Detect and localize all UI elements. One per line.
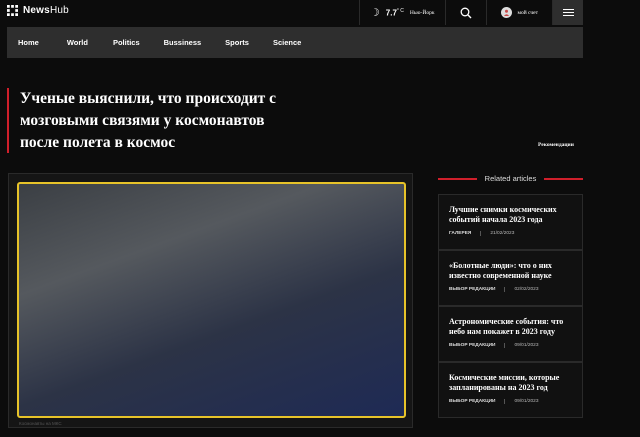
related-article-title[interactable]: Астрономические события: что небо нам пок… <box>449 317 574 337</box>
nav-sports[interactable]: Sports <box>225 38 249 47</box>
weather-widget[interactable]: ☽ 7.7° C Нью-Йорк <box>358 0 445 25</box>
user-icon <box>503 9 509 16</box>
nav-home[interactable]: Home <box>18 38 39 47</box>
logo-text: NewsHub <box>23 5 69 16</box>
article-category[interactable]: ГАЛЕРЕЯ <box>449 231 471 236</box>
temperature: 7.7° C <box>385 7 404 18</box>
article-date: 02/02/2023 <box>514 287 539 292</box>
nav-world[interactable]: World <box>67 38 88 47</box>
article-photo <box>17 182 406 418</box>
menu-button[interactable] <box>552 0 583 25</box>
top-right-tools: ☽ 7.7° C Нью-Йорк мой счет <box>358 0 583 25</box>
account-label: мой счет <box>517 9 539 16</box>
nav-business[interactable]: Bussiness <box>164 38 202 47</box>
moon-icon: ☽ <box>369 7 380 19</box>
search-icon <box>460 7 471 18</box>
article-category[interactable]: ВЫБОР РЕДАКЦИИ <box>449 399 495 404</box>
nav-politics[interactable]: Politics <box>113 38 140 47</box>
related-article-title[interactable]: Лучшие снимки космических событий начала … <box>449 205 574 225</box>
related-articles-list: Лучшие снимки космических событий начала … <box>438 194 583 418</box>
list-item[interactable]: «Болотные люди»: что о них известно совре… <box>438 250 583 306</box>
article-date: 21/02/2023 <box>490 231 515 236</box>
article-headline-block: Ученые выяснили, что происходит с мозгов… <box>7 88 337 153</box>
article-category[interactable]: ВЫБОР РЕДАКЦИИ <box>449 287 495 292</box>
article-date: 09/01/2023 <box>514 343 539 348</box>
top-bar: NewsHub ☽ 7.7° C Нью-Йорк мой счет <box>0 0 583 25</box>
related-article-title[interactable]: Космические миссии, которые запланированы… <box>449 373 574 393</box>
article-category[interactable]: ВЫБОР РЕДАКЦИИ <box>449 343 495 348</box>
account-button[interactable]: мой счет <box>485 0 553 25</box>
list-item[interactable]: Астрономические события: что небо нам пок… <box>438 306 583 362</box>
photo-caption: Космонавты на МКС <box>19 421 62 426</box>
article-photo-frame: Космонавты на МКС <box>8 173 413 428</box>
list-item[interactable]: Космические миссии, которые запланированы… <box>438 362 583 418</box>
logo[interactable]: NewsHub <box>7 5 69 16</box>
logo-icon <box>7 5 18 16</box>
recommendations-link[interactable]: Рекомендации <box>538 142 574 148</box>
related-articles-header: Related articles <box>438 174 584 183</box>
list-item[interactable]: Лучшие снимки космических событий начала … <box>438 194 583 250</box>
article-date: 09/01/2023 <box>514 399 539 404</box>
avatar <box>500 7 512 18</box>
main-nav: Home World Politics Bussiness Sports Sci… <box>7 27 583 58</box>
article-headline: Ученые выяснили, что происходит с мозгов… <box>20 90 277 151</box>
search-button[interactable] <box>444 0 486 25</box>
nav-science[interactable]: Science <box>273 38 301 47</box>
hamburger-icon <box>562 8 574 17</box>
related-articles-title: Related articles <box>484 174 537 183</box>
related-article-title[interactable]: «Болотные люди»: что о них известно совре… <box>449 261 574 281</box>
weather-city: Нью-Йорк <box>409 9 435 16</box>
